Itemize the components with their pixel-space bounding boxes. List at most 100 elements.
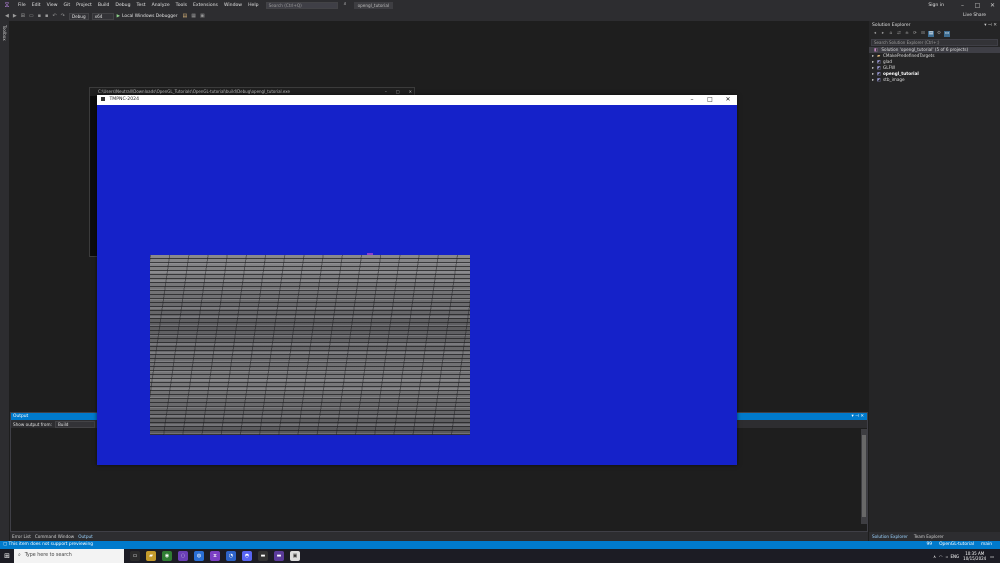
output-title: Output: [13, 414, 29, 419]
show-all-files-icon[interactable]: ▤: [928, 31, 934, 37]
undo-icon[interactable]: ↶: [52, 13, 56, 19]
platform-dropdown[interactable]: x64: [91, 12, 114, 20]
output-source-dropdown[interactable]: Build: [54, 420, 95, 428]
search-placeholder: Search (Ctrl+Q): [268, 3, 302, 8]
app-icon[interactable]: ◔: [226, 551, 236, 561]
solution-name-badge: opengl_tutorial: [353, 2, 394, 9]
maximize-icon[interactable]: □: [396, 89, 400, 94]
visual-studio-logo-icon[interactable]: ⧖: [3, 1, 11, 10]
taskbar-search-input[interactable]: ⌕ Type here to search: [14, 549, 124, 563]
minimize-icon[interactable]: –: [955, 0, 970, 11]
show-output-from-label: Show output from:: [13, 421, 52, 427]
menu-git[interactable]: Git: [61, 0, 74, 11]
panel-controls-icon[interactable]: ▾ ⊣ ✕: [984, 21, 997, 30]
status-branch[interactable]: main: [981, 541, 992, 549]
panel-controls-icon[interactable]: ▾ ⊣ ✕: [852, 413, 865, 420]
search-input[interactable]: Search (Ctrl+Q) ⌕: [265, 2, 347, 9]
output-scrollbar[interactable]: [861, 429, 867, 524]
menu-tools[interactable]: Tools: [173, 0, 190, 11]
app-icon[interactable]: ▬: [274, 551, 284, 561]
menu-edit[interactable]: Edit: [29, 0, 44, 11]
maximize-icon[interactable]: □: [701, 95, 719, 105]
terminal-icon[interactable]: ▬: [258, 551, 268, 561]
menu-test[interactable]: Test: [134, 0, 149, 11]
tree-item-label: opengl_tutorial: [883, 71, 919, 76]
opengl-window-titlebar[interactable]: TMPNC-2024 – □ ✕: [97, 95, 737, 105]
menu-analyze[interactable]: Analyze: [149, 0, 173, 11]
save-all-icon[interactable]: ▪: [45, 13, 48, 19]
tab-command-window[interactable]: Command Window: [33, 532, 76, 541]
volume-icon[interactable]: ◃: [946, 554, 948, 559]
menu-build[interactable]: Build: [95, 0, 113, 11]
extra-icon[interactable]: ▣: [200, 13, 205, 19]
tree-item-label: CMakePredefinedTargets: [883, 53, 935, 58]
tab-solution-explorer[interactable]: Solution Explorer: [869, 532, 911, 541]
scrollbar-thumb[interactable]: [862, 435, 866, 517]
menu-help[interactable]: Help: [245, 0, 261, 11]
switch-views-icon[interactable]: ⇄: [896, 31, 902, 37]
menu-debug[interactable]: Debug: [112, 0, 133, 11]
chrome-icon[interactable]: ◉: [162, 551, 172, 561]
home-icon[interactable]: ⌂: [888, 31, 894, 37]
maximize-icon[interactable]: □: [970, 0, 985, 11]
menu-window[interactable]: Window: [221, 0, 245, 11]
minimize-icon[interactable]: –: [683, 95, 701, 105]
preview-selected-icon[interactable]: ▭: [944, 31, 950, 37]
edge-icon[interactable]: ◍: [194, 551, 204, 561]
forward-icon[interactable]: ▶: [13, 13, 17, 19]
visual-studio-icon[interactable]: ⧖: [210, 551, 220, 561]
app-icon[interactable]: ▣: [290, 551, 300, 561]
close-icon[interactable]: ✕: [719, 95, 737, 105]
forward-icon[interactable]: ▸: [880, 31, 886, 37]
search-icon[interactable]: ⌕: [344, 2, 347, 7]
tab-team-explorer[interactable]: Team Explorer: [911, 532, 947, 541]
tray-chevron-icon[interactable]: ∧: [933, 554, 936, 559]
play-icon: ▶: [116, 13, 121, 19]
status-errors[interactable]: 99: [926, 541, 932, 549]
opengl-window[interactable]: TMPNC-2024 – □ ✕: [97, 95, 737, 465]
solution-search-input[interactable]: Search Solution Explorer (Ctrl+;): [871, 39, 998, 46]
redo-icon[interactable]: ↷: [61, 13, 65, 19]
close-icon[interactable]: ✕: [985, 0, 1000, 11]
clock[interactable]: 10:35 AM 10/15/2024: [963, 551, 986, 561]
menu-view[interactable]: View: [44, 0, 61, 11]
solution-explorer-title: Solution Explorer: [872, 23, 911, 28]
render-canvas[interactable]: [97, 105, 737, 465]
live-share-button[interactable]: Live Share: [963, 12, 986, 20]
menu-project[interactable]: Project: [73, 0, 95, 11]
new-project-icon[interactable]: ⊞: [21, 13, 25, 19]
minimize-icon[interactable]: –: [385, 89, 387, 94]
status-bar: ▢ This item does not support previewing …: [0, 541, 1000, 549]
toolbox-tab[interactable]: Toolbox: [2, 25, 7, 41]
back-icon[interactable]: ◂: [872, 31, 878, 37]
collapse-all-icon[interactable]: ⊟: [920, 31, 926, 37]
task-view-icon[interactable]: ▭: [130, 551, 140, 561]
discord-icon[interactable]: ◓: [242, 551, 252, 561]
layout-icon[interactable]: ▦: [191, 13, 196, 19]
pending-changes-icon[interactable]: ±: [904, 31, 910, 37]
configuration-dropdown[interactable]: Debug: [68, 12, 89, 20]
open-icon[interactable]: ▭: [29, 13, 34, 19]
sync-icon[interactable]: ⟳: [912, 31, 918, 37]
menu-file[interactable]: File: [15, 0, 29, 11]
sign-in-link[interactable]: Sign in: [928, 0, 944, 11]
notifications-icon[interactable]: ▭: [990, 554, 994, 559]
language-indicator[interactable]: ENG: [951, 554, 960, 559]
start-debugging-button[interactable]: ▶ Local Windows Debugger: [117, 14, 178, 19]
menu-extensions[interactable]: Extensions: [190, 0, 221, 11]
network-icon[interactable]: ◠: [939, 554, 943, 559]
save-icon[interactable]: ▪: [38, 13, 41, 19]
windows-start-icon[interactable]: ⊞: [0, 549, 14, 563]
back-icon[interactable]: ◀: [5, 13, 9, 19]
tab-error-list[interactable]: Error List: [10, 532, 33, 541]
tree-item[interactable]: ▸ ◩ stb_image: [869, 77, 1000, 83]
tab-output[interactable]: Output: [76, 532, 95, 541]
folder-icon[interactable]: ▤: [183, 13, 188, 19]
status-repo[interactable]: OpenGL-tutorial: [939, 541, 974, 549]
solution-root-label: Solution 'opengl_tutorial' (5 of 6 proje…: [881, 47, 969, 52]
file-explorer-icon[interactable]: ▰: [146, 551, 156, 561]
app-icon[interactable]: ◌: [178, 551, 188, 561]
properties-icon[interactable]: ⚙: [936, 31, 942, 37]
close-icon[interactable]: ✕: [409, 89, 412, 94]
clock-date: 10/15/2024: [963, 556, 987, 561]
